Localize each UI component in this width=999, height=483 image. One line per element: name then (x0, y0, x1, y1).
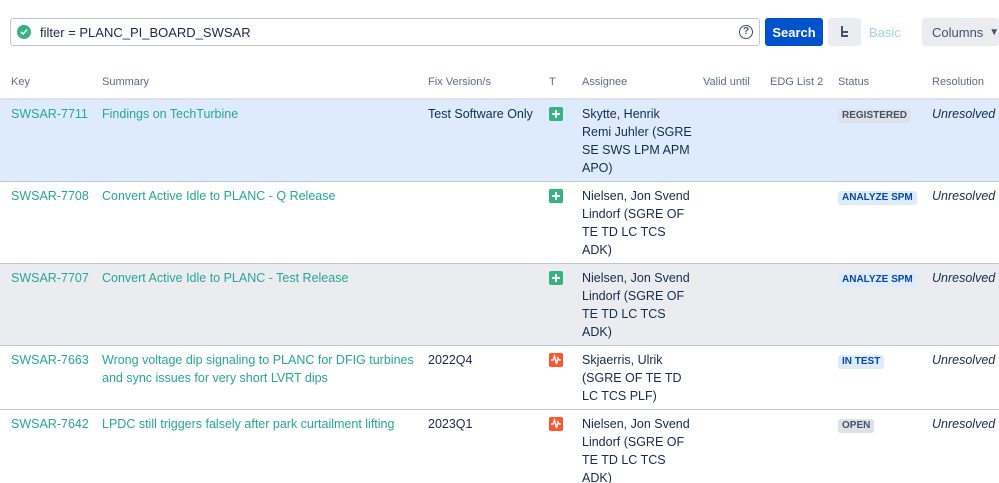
status-badge: IN TEST (838, 355, 885, 369)
defect-icon (549, 353, 563, 367)
table-row[interactable]: SWSAR-7708 Convert Active Idle to PLANC … (0, 181, 999, 264)
column-header-summary[interactable]: Summary (91, 66, 417, 100)
valid-query-check-icon (17, 25, 31, 39)
columns-label: Columns (932, 24, 984, 40)
table-row[interactable]: SWSAR-7707 Convert Active Idle to PLANC … (0, 263, 999, 346)
edg-list (759, 409, 827, 483)
issue-summary-link[interactable]: Convert Active Idle to PLANC - Q Release (102, 189, 335, 203)
issue-summary-link[interactable]: LPDC still triggers falsely after park c… (102, 417, 394, 431)
issue-summary-link[interactable]: Findings on TechTurbine (102, 107, 238, 121)
issue-summary-link[interactable]: Wrong voltage dip signaling to PLANC for… (102, 353, 414, 385)
table-row[interactable]: SWSAR-7663 Wrong voltage dip signaling t… (0, 345, 999, 410)
assignee: Skytte, Henrik Remi Juhler (SGRE SE SWS … (571, 99, 692, 182)
fix-version: 2022Q4 (417, 345, 538, 410)
issue-summary-link[interactable]: Convert Active Idle to PLANC - Test Rele… (102, 271, 348, 285)
column-header-fix-version[interactable]: Fix Version/s (417, 66, 538, 100)
valid-until (692, 99, 759, 182)
fix-version (417, 181, 538, 264)
status-badge: ANALYZE SPM (838, 191, 917, 205)
column-header-valid-until[interactable]: Valid until (692, 66, 759, 100)
chevron-down-icon: ▼ (989, 26, 999, 38)
table-header-row: Key Summary Fix Version/s T Assignee Val… (0, 66, 999, 100)
valid-until (692, 345, 759, 410)
fix-version: Test Software Only (417, 99, 538, 182)
table-row[interactable]: SWSAR-7642 LPDC still triggers falsely a… (0, 409, 999, 483)
assignee: Nielsen, Jon Svend Lindorf (SGRE OF TE T… (571, 263, 692, 346)
help-icon[interactable]: ? (739, 25, 753, 39)
basic-mode-link[interactable]: Basic (869, 25, 901, 40)
valid-until (692, 181, 759, 264)
edg-list (759, 345, 827, 410)
column-header-assignee[interactable]: Assignee (571, 66, 692, 100)
jql-query-text[interactable]: filter = PLANC_PI_BOARD_SWSAR (40, 25, 739, 40)
search-button[interactable]: Search (765, 18, 823, 46)
table-row[interactable]: SWSAR-7711 Findings on TechTurbine Test … (0, 99, 999, 182)
switch-view-button[interactable] (828, 18, 861, 46)
defect-icon (549, 417, 563, 431)
issue-key-link[interactable]: SWSAR-7642 (11, 417, 89, 431)
status-badge: ANALYZE SPM (838, 273, 917, 287)
issue-table: Key Summary Fix Version/s T Assignee Val… (0, 66, 999, 483)
hierarchy-icon (840, 26, 848, 37)
issue-key-link[interactable]: SWSAR-7711 (11, 107, 88, 121)
new-feature-icon (549, 107, 563, 121)
column-header-type[interactable]: T (538, 66, 571, 100)
issue-key-link[interactable]: SWSAR-7708 (11, 189, 89, 203)
column-header-status[interactable]: Status (827, 66, 921, 100)
assignee: Nielsen, Jon Svend Lindorf (SGRE OF TE T… (571, 181, 692, 264)
assignee: Skjaerris, Ulrik (SGRE OF TE TD LC TCS P… (571, 345, 692, 410)
status-badge: REGISTERED (838, 109, 912, 123)
column-header-key[interactable]: Key (0, 66, 91, 100)
edg-list (759, 263, 827, 346)
resolution: Unresolved (932, 353, 996, 367)
resolution: Unresolved (932, 417, 996, 431)
issue-key-link[interactable]: SWSAR-7663 (11, 353, 89, 367)
column-header-resolution[interactable]: Resolution (921, 66, 999, 100)
resolution: Unresolved (932, 271, 996, 285)
column-header-edg-list[interactable]: EDG List 2 (759, 66, 827, 100)
valid-until (692, 409, 759, 483)
resolution: Unresolved (932, 189, 996, 203)
new-feature-icon (549, 271, 563, 285)
assignee: Nielsen, Jon Svend Lindorf (SGRE OF TE T… (571, 409, 692, 483)
edg-list (759, 181, 827, 264)
fix-version: 2023Q1 (417, 409, 538, 483)
new-feature-icon (549, 189, 563, 203)
issue-key-link[interactable]: SWSAR-7707 (11, 271, 89, 285)
jql-search-input[interactable]: filter = PLANC_PI_BOARD_SWSAR ? (10, 18, 760, 46)
edg-list (759, 99, 827, 182)
columns-button[interactable]: Columns ▼ (922, 18, 999, 46)
valid-until (692, 263, 759, 346)
resolution: Unresolved (932, 107, 996, 121)
fix-version (417, 263, 538, 346)
status-badge: OPEN (838, 419, 875, 433)
